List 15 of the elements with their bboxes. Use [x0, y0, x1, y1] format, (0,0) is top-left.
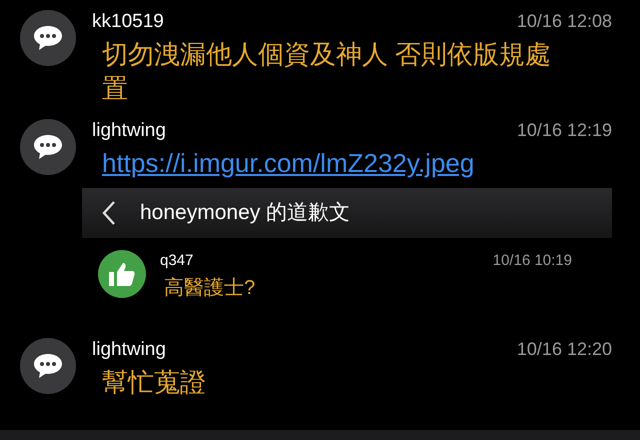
timestamp: 10/16 12:19	[516, 119, 612, 141]
page-title: honeymoney 的道歉文	[140, 200, 350, 226]
username: q347	[160, 251, 194, 271]
username: kk10519	[92, 11, 164, 33]
comment-text: 切勿洩漏他人個資及神人 否則依版規處置	[101, 38, 552, 105]
link[interactable]: https://i.imgur.com/lmZ232y.jpeg	[92, 146, 474, 180]
username: lightwing	[92, 120, 166, 142]
back-icon[interactable]	[102, 200, 116, 226]
avatar-icon	[98, 250, 146, 298]
username: lightwing	[92, 339, 166, 361]
timestamp: 10/16 12:20	[516, 338, 612, 360]
comment-text: 幫忙蒐證	[101, 366, 207, 399]
timestamp: 10/16 10:19	[492, 251, 572, 271]
timestamp: 10/16 12:08	[516, 10, 612, 32]
comment-text: 高醫護士?	[163, 276, 256, 301]
